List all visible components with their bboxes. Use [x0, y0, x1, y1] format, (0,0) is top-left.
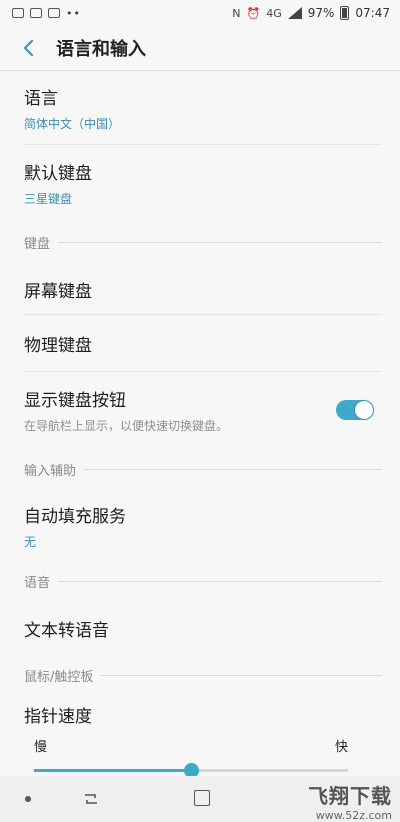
section-header-voice: 语音	[0, 562, 400, 600]
section-header-mouse: 鼠标/触控板	[0, 656, 400, 694]
setting-title: 显示键盘按钮	[24, 391, 126, 411]
section-line	[58, 580, 382, 582]
section-title: 鼠标/触控板	[24, 669, 94, 685]
setting-title: 默认键盘	[24, 164, 92, 184]
setting-pointer-speed: 指针速度	[0, 694, 400, 734]
section-header-keyboard: 键盘	[0, 221, 400, 263]
signal-icon	[287, 7, 302, 19]
watermark-url: www.52z.com	[315, 809, 392, 822]
section-title: 语音	[24, 575, 51, 591]
slider-fill	[34, 769, 191, 772]
notification-icon	[30, 8, 42, 18]
settings-list: 语言 简体中文（中国） 默认键盘 三星键盘 键盘 屏幕键盘 物理键盘 显示键盘按…	[0, 71, 400, 734]
setting-language[interactable]: 语言 简体中文（中国）	[0, 71, 400, 145]
setting-value: 无	[24, 535, 37, 549]
nfc-icon: N	[232, 6, 241, 20]
clock: 07:47	[355, 6, 390, 20]
setting-title: 自动填充服务	[24, 507, 126, 527]
setting-title: 屏幕键盘	[24, 281, 92, 302]
keyboard-button-toggle[interactable]	[336, 400, 374, 420]
gallery-icon	[12, 8, 24, 18]
section-header-input-assist: 输入辅助	[0, 448, 400, 490]
back-button[interactable]	[18, 38, 38, 58]
setting-autofill[interactable]: 自动填充服务 无	[0, 490, 400, 562]
nav-dot-button[interactable]	[25, 796, 31, 802]
setting-show-keyboard-button[interactable]: 显示键盘按钮 在导航栏上显示，以便快速切换键盘。	[0, 372, 400, 448]
alarm-icon: ⏰	[246, 6, 261, 20]
section-line	[101, 674, 382, 676]
status-right: N ⏰ 4G 97% 07:47	[232, 6, 390, 20]
section-line	[84, 468, 382, 470]
more-dots-icon: ••	[66, 6, 81, 20]
setting-tts[interactable]: 文本转语音	[0, 600, 400, 656]
battery-icon	[340, 6, 350, 20]
slider-track[interactable]	[34, 763, 348, 778]
watermark: 飞翔下载 www.52z.com	[308, 780, 392, 822]
network-type: 4G	[266, 6, 282, 20]
battery-percent: 97%	[307, 6, 335, 20]
setting-title: 物理键盘	[24, 336, 92, 356]
app-bar: 语言和输入	[0, 26, 400, 70]
setting-value: 三星键盘	[24, 192, 73, 206]
setting-description: 在导航栏上显示，以便快速切换键盘。	[24, 419, 229, 433]
section-line	[58, 241, 382, 243]
pointer-speed-slider: 慢 快	[0, 730, 400, 778]
setting-physical-keyboard[interactable]: 物理键盘	[0, 315, 400, 372]
setting-screen-keyboard[interactable]: 屏幕键盘	[0, 263, 400, 315]
bag-icon	[48, 8, 60, 18]
status-left: ••	[12, 8, 81, 19]
chevron-left-icon	[23, 39, 34, 57]
slider-max-label: 快	[334, 740, 348, 755]
recent-apps-icon[interactable]	[82, 790, 100, 808]
setting-value: 简体中文（中国）	[24, 117, 121, 131]
setting-default-keyboard[interactable]: 默认键盘 三星键盘	[0, 145, 400, 221]
setting-title: 指针速度	[24, 706, 92, 727]
section-title: 键盘	[24, 236, 51, 252]
setting-title: 语言	[24, 89, 58, 109]
watermark-text: 飞翔下载	[308, 784, 392, 808]
section-title: 输入辅助	[24, 463, 77, 479]
navigation-bar: 飞翔下载 www.52z.com	[0, 776, 400, 822]
slider-min-label: 慢	[34, 740, 48, 755]
status-bar: •• N ⏰ 4G 97% 07:47	[0, 0, 400, 26]
setting-title: 文本转语音	[24, 620, 109, 641]
home-button[interactable]	[194, 790, 210, 806]
page-title: 语言和输入	[56, 39, 146, 60]
